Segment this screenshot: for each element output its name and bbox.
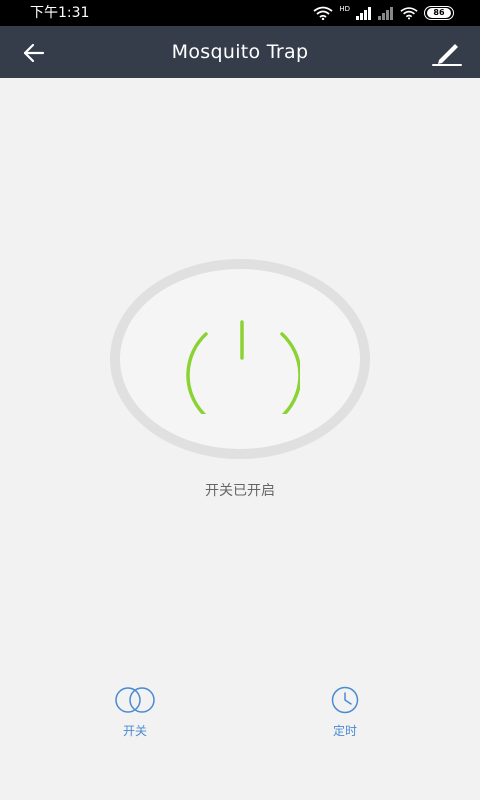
- signal-weak-icon: [378, 7, 393, 20]
- status-time: 下午1:31: [30, 5, 90, 21]
- power-button-ring: [110, 259, 370, 459]
- power-icon: [186, 320, 300, 414]
- switch-button[interactable]: 开关: [95, 686, 175, 738]
- toggle-circles-icon: [115, 687, 155, 713]
- hd-badge: HD: [339, 5, 350, 13]
- power-button[interactable]: [120, 269, 360, 449]
- clock-icon: [331, 686, 359, 714]
- wifi-icon-2: [400, 7, 418, 20]
- timer-button[interactable]: 定时: [305, 686, 385, 738]
- power-status-text: 开关已开启: [205, 483, 275, 499]
- wifi-icon: [313, 6, 333, 20]
- status-bar: 下午1:31 HD 86: [0, 0, 480, 26]
- status-icons: HD 86: [313, 4, 454, 22]
- page-title: Mosquito Trap: [171, 41, 309, 63]
- battery-icon: 86: [424, 6, 454, 20]
- signal-icon: [356, 7, 371, 20]
- switch-label: 开关: [122, 724, 147, 738]
- pencil-icon[interactable]: [430, 38, 464, 68]
- battery-level: 86: [427, 8, 451, 18]
- nav-bar: Mosquito Trap: [0, 26, 480, 78]
- timer-label: 定时: [332, 724, 357, 738]
